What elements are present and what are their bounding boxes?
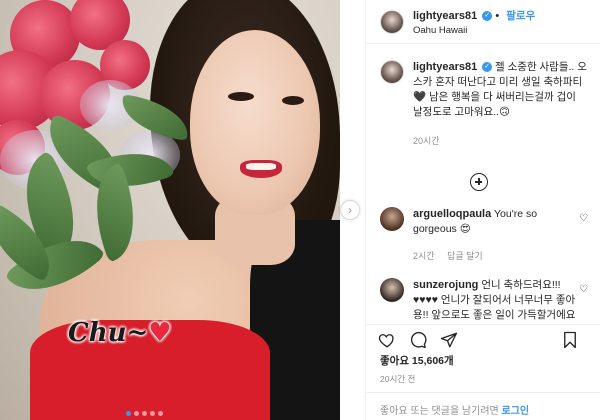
login-link[interactable]: 로그인 — [502, 406, 530, 417]
photo-bouquet — [0, 0, 210, 330]
comment-avatar[interactable] — [380, 278, 404, 302]
likes-count[interactable]: 좋아요 15,606개 — [380, 353, 454, 368]
carousel-dot — [158, 411, 163, 416]
verified-badge-icon: ✓ — [482, 62, 493, 73]
post-photo[interactable]: Chu~♥ — [0, 0, 340, 420]
share-icon[interactable] — [440, 331, 458, 349]
heart-sticker-icon: ♥ — [148, 318, 172, 348]
location-link[interactable]: Oahu Hawaii — [413, 25, 535, 36]
post-time: 20시간 전 — [380, 374, 416, 384]
caption-avatar[interactable] — [380, 60, 404, 84]
carousel-next-button[interactable]: › — [340, 200, 360, 220]
post-header: lightyears81 ✓ • 팔로우 Oahu Hawaii — [366, 0, 600, 44]
comment-like-icon[interactable]: ♡ — [579, 284, 588, 295]
plus-circle-icon[interactable] — [470, 173, 488, 191]
reply-button[interactable]: 답글 달기 — [447, 251, 483, 261]
carousel-dot — [134, 411, 139, 416]
action-bar — [366, 324, 600, 356]
verified-badge-icon: ✓ — [482, 10, 493, 21]
comment-username[interactable]: arguelloqpaula — [413, 208, 491, 220]
bookmark-icon[interactable] — [561, 331, 579, 349]
carousel-indicator — [126, 411, 163, 416]
photo-teeth — [246, 163, 276, 170]
comment-time: 2시간 — [413, 251, 435, 261]
username-link[interactable]: lightyears81 — [413, 10, 477, 22]
login-prompt-text: 좋아요 또는 댓글을 남기려면 — [380, 406, 499, 417]
avatar[interactable] — [380, 9, 404, 34]
photo-eye-left — [228, 92, 254, 101]
carousel-dot — [126, 411, 131, 416]
login-prompt: 좋아요 또는 댓글을 남기려면 로그인 — [366, 392, 600, 420]
photo-eye-right — [282, 96, 304, 105]
comment-username[interactable]: sunzerojung — [413, 279, 478, 291]
heart-icon[interactable] — [378, 331, 396, 349]
caption: lightyears81 ✓ 젤 소중한 사람들.. 오스카 혼자 떠난다고 미… — [366, 44, 600, 149]
comment-avatar[interactable] — [380, 207, 404, 231]
caption-time: 20시간 — [413, 136, 440, 146]
comment-item: sunzerojung 언니 축하드려요!!! ♥♥♥♥ 언니가 잘되어서 너무… — [366, 278, 600, 323]
comment-like-icon[interactable]: ♡ — [579, 213, 588, 224]
photo-overlay-text: Chu~♥ — [68, 318, 172, 348]
comment-icon[interactable] — [409, 331, 427, 349]
post-side-panel: lightyears81 ✓ • 팔로우 Oahu Hawaii lightye… — [365, 0, 600, 420]
comment-item: arguelloqpaula You're so gorgeous 😍 2시간 … — [366, 207, 600, 264]
carousel-dot — [142, 411, 147, 416]
chevron-right-icon: › — [348, 203, 352, 217]
carousel-dot — [150, 411, 155, 416]
caption-username[interactable]: lightyears81 — [413, 61, 477, 73]
follow-button[interactable]: 팔로우 — [506, 10, 535, 22]
